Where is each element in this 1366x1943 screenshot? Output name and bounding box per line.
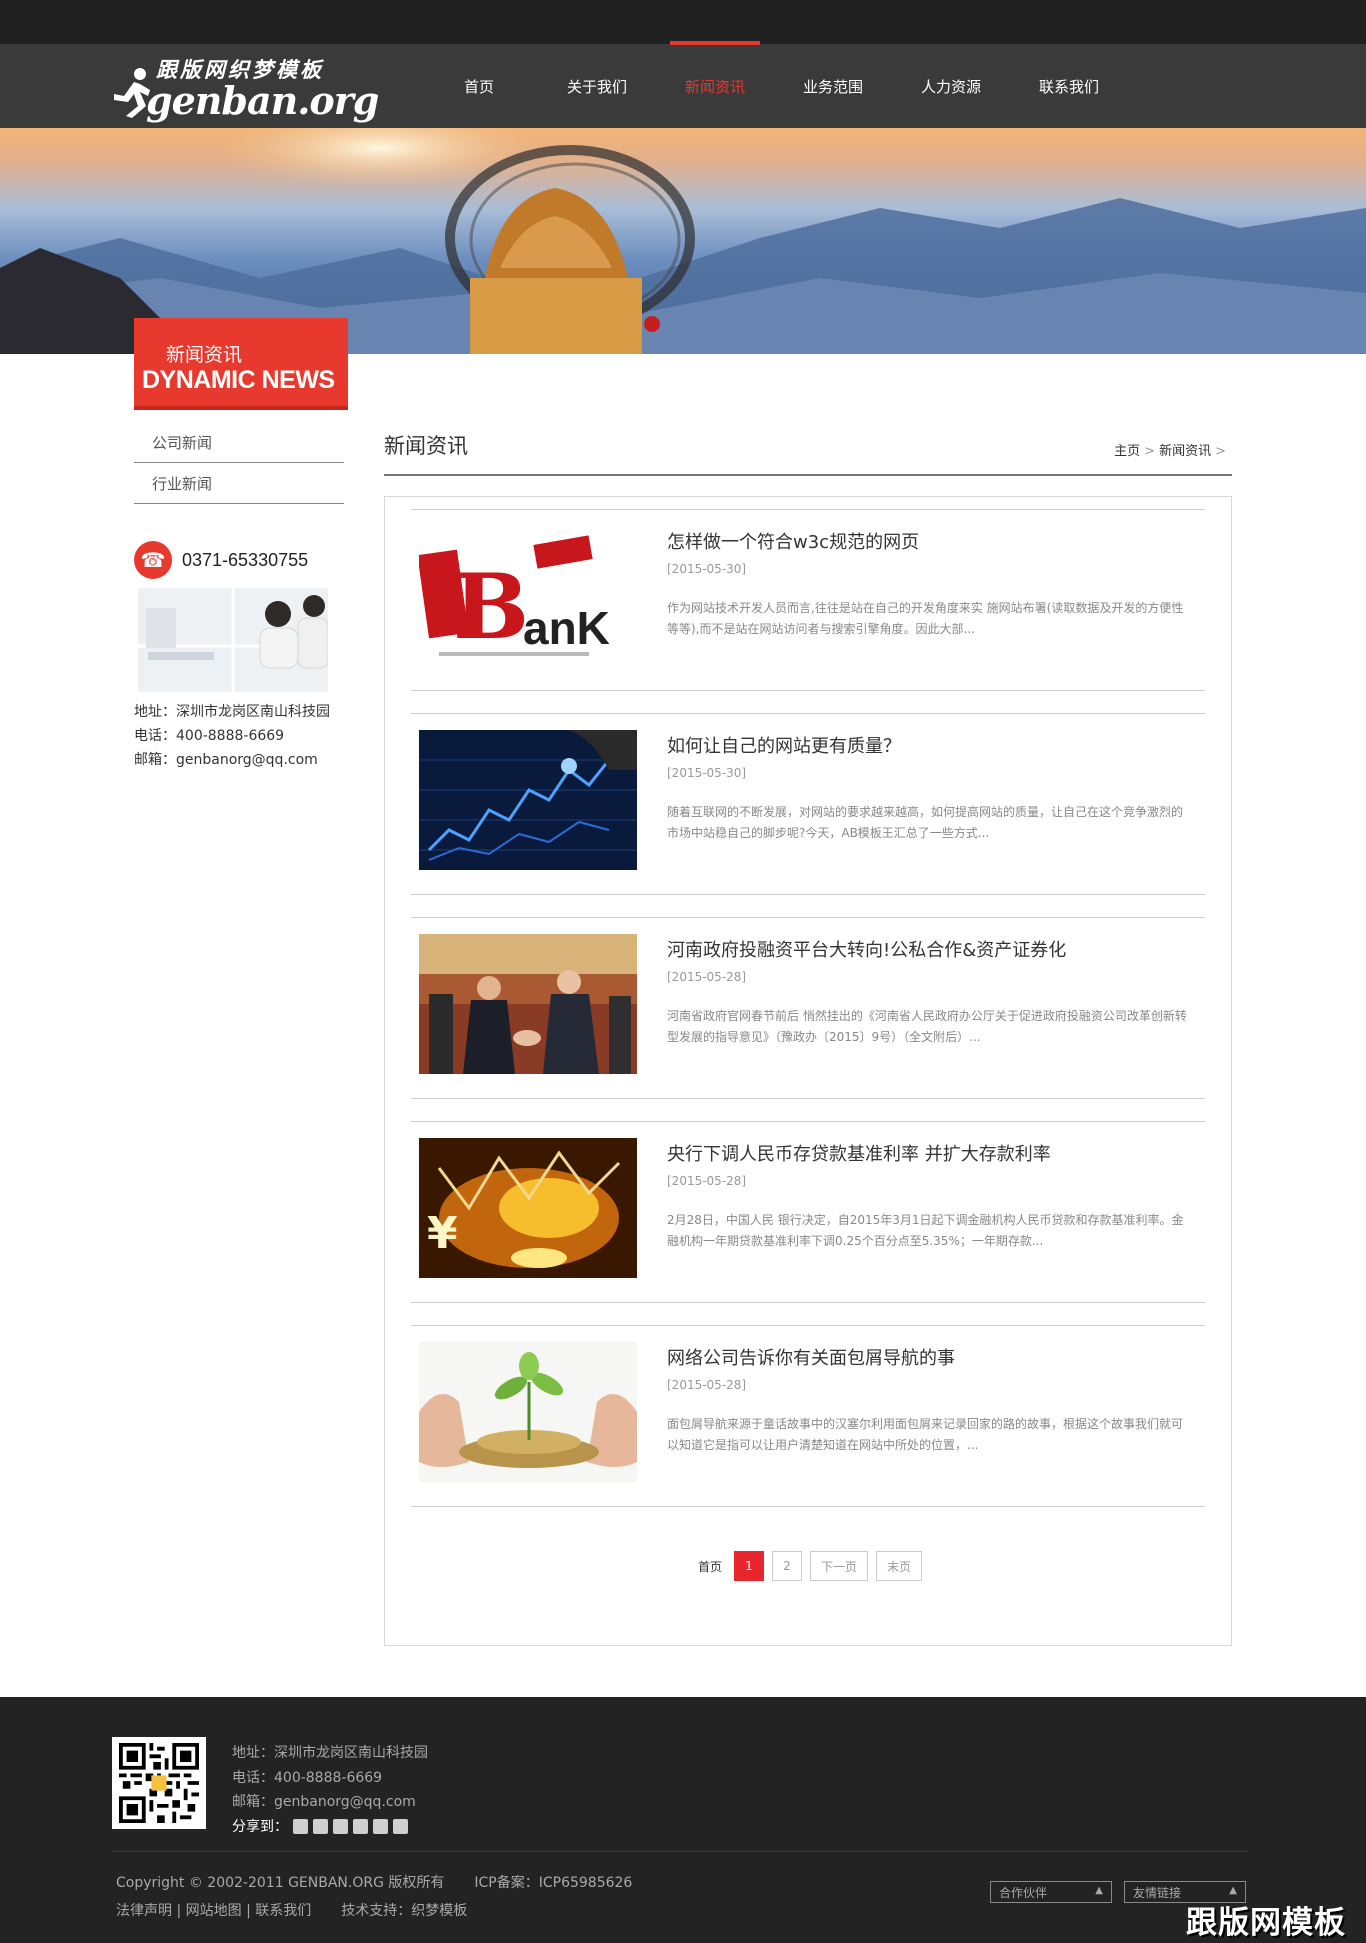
nav-news[interactable]: 新闻资讯 [656, 41, 774, 128]
site-footer: 地址：深圳市龙岗区南山科技园 电话：400-8888-6669 邮箱：genba… [0, 1697, 1366, 1943]
nav-business[interactable]: 业务范围 [774, 44, 892, 128]
pager-current-page[interactable]: 1 [734, 1551, 764, 1581]
share-plus-icon[interactable] [293, 1819, 308, 1835]
sidebar-title-cn: 新闻资讯 [166, 344, 243, 366]
phone-number: 0371-65330755 [182, 549, 309, 570]
icp-text: ICP备案：ICP65985626 [474, 1875, 633, 1891]
contact-email: 邮箱：genbanorg@qq.com [134, 752, 318, 768]
svg-text:B: B [453, 554, 529, 660]
news-title[interactable]: 央行下调人民币存贷款基准利率 并扩大存款利率 [667, 1140, 1051, 1166]
news-desc: 2月28日，中国人民 银行决定，自2015年3月1日起下调金融机构人民币贷款和存… [667, 1213, 1184, 1248]
news-title[interactable]: 河南政府投融资平台大转向!公私合作&资产证券化 [667, 936, 1066, 962]
breadcrumb: 主页 > 新闻资讯 > [1114, 440, 1230, 459]
breadcrumb-home[interactable]: 主页 [1114, 444, 1140, 459]
sidebar-item-company-news[interactable]: 公司新闻 [134, 422, 344, 463]
qr-code [112, 1737, 206, 1829]
partner-select-value: 合作伙伴 [999, 1885, 1048, 1900]
share-bar: 分享到： [232, 1815, 428, 1840]
footer-tel: 电话：400-8888-6669 [232, 1769, 383, 1786]
partner-select[interactable]: 合作伙伴 ▲ [990, 1881, 1112, 1903]
qr-code-icon [119, 1743, 199, 1823]
nav-contact[interactable]: 联系我们 [1010, 44, 1128, 128]
customer-service-image [138, 588, 329, 692]
list-item: 如何让自己的网站更有质量？ [2015-05-30] 随着互联网的不断发展，对网… [411, 713, 1205, 895]
news-desc: 河南省政府官网春节前后 悄然挂出的《河南省人民政府办公厅关于促进政府投融资公司改… [667, 1009, 1187, 1044]
site-logo[interactable]: 跟版网织梦模板 genban.org [112, 54, 379, 123]
share-qzone-icon[interactable] [313, 1819, 328, 1835]
news-desc: 面包屑导航来源于童话故事中的汉塞尔利用面包屑来记录回家的路的故事，根据这个故事我… [667, 1417, 1184, 1452]
footer-divider [112, 1851, 1248, 1852]
logo-english-text: genban.org [146, 78, 379, 123]
sidebar-item-industry-news[interactable]: 行业新闻 [134, 463, 344, 504]
nav-hr[interactable]: 人力资源 [892, 44, 1010, 128]
news-date: [2015-05-30] [667, 562, 747, 576]
chevron-up-icon: ▲ [1229, 1885, 1237, 1896]
news-date: [2015-05-28] [667, 1378, 747, 1392]
breadcrumb-separator: > [1215, 444, 1226, 459]
list-item: 网络公司告诉你有关面包屑导航的事 [2015-05-28] 面包屑导航来源于童话… [411, 1325, 1205, 1507]
share-renren-icon[interactable] [373, 1819, 388, 1835]
currency-image[interactable]: ¥ [419, 1138, 637, 1278]
tech-support-text: 技术支持：织梦模板 [341, 1903, 468, 1919]
watermark-text: 跟版网模板 [1186, 1905, 1346, 1941]
footer-email: 邮箱：genbanorg@qq.com [232, 1794, 416, 1810]
top-strip [0, 0, 1366, 44]
svg-text:anK: anK [523, 602, 610, 654]
site-header: 跟版网织梦模板 genban.org 首页 关于我们 新闻资讯 业务范围 人力资… [0, 41, 1366, 128]
sidebar-menu: 公司新闻 行业新闻 [134, 422, 344, 504]
footer-contact-info: 地址：深圳市龙岗区南山科技园 电话：400-8888-6669 邮箱：genba… [232, 1741, 428, 1839]
nav-home[interactable]: 首页 [420, 44, 538, 128]
breadcrumb-current[interactable]: 新闻资讯 [1159, 444, 1211, 459]
title-divider [384, 474, 1232, 476]
share-star-icon[interactable] [333, 1819, 348, 1835]
pagination: 首页 1 2 下一页 末页 [385, 1551, 1231, 1581]
coins-plant-image[interactable] [419, 1342, 637, 1482]
footer-copyright-block: Copyright © 2002-2011 GENBAN.ORG 版权所有 ICP… [116, 1869, 632, 1925]
news-title[interactable]: 怎样做一个符合w3c规范的网页 [667, 528, 919, 554]
news-title[interactable]: 网络公司告诉你有关面包屑导航的事 [667, 1344, 955, 1370]
friend-link-select-value: 友情链接 [1133, 1885, 1182, 1900]
main-nav: 首页 关于我们 新闻资讯 业务范围 人力资源 联系我们 [420, 41, 1128, 128]
contact-tel: 电话：400-8888-6669 [134, 728, 285, 744]
chevron-up-icon: ▲ [1095, 1885, 1103, 1896]
stock-chart-image[interactable] [419, 730, 637, 870]
share-label: 分享到： [232, 1818, 288, 1835]
news-desc: 作为网站技术开发人员而言,往往是站在自己的开发角度来实 施网站布署(读取数据及开… [667, 601, 1184, 636]
sidebar-contact: ☎ 0371-65330755 地址：深圳市龙岗区南山科技园 电话：400-88… [134, 540, 344, 772]
handshake-image[interactable] [419, 934, 637, 1074]
pager-first[interactable]: 首页 [694, 1551, 726, 1581]
sidebar-title-en: DYNAMIC NEWS [142, 366, 335, 394]
share-weibo-icon[interactable] [353, 1819, 368, 1835]
phone-block: ☎ 0371-65330755 [134, 540, 344, 580]
list-item: ¥ 央行下调人民币存贷款基准利率 并扩大存款利率 [2015-05-28] 2月… [411, 1121, 1205, 1303]
contact-info: 地址：深圳市龙岗区南山科技园 电话：400-8888-6669 邮箱：genba… [134, 700, 344, 772]
bank-image[interactable]: B anK [419, 526, 637, 666]
share-tencent-icon[interactable] [393, 1819, 408, 1835]
news-title[interactable]: 如何让自己的网站更有质量？ [667, 732, 901, 758]
pager-page-2[interactable]: 2 [772, 1551, 802, 1581]
pager-last[interactable]: 末页 [876, 1551, 922, 1581]
news-date: [2015-05-30] [667, 766, 747, 780]
footer-address: 地址：深圳市龙岗区南山科技园 [232, 1745, 428, 1761]
news-list: B anK 怎样做一个符合w3c规范的网页 [2015-05-30] 作为网站技… [384, 496, 1232, 1646]
list-item: 河南政府投融资平台大转向!公私合作&资产证券化 [2015-05-28] 河南省… [411, 917, 1205, 1099]
sidebar-title-block: 新闻资讯 DYNAMIC NEWS [134, 318, 348, 410]
news-date: [2015-05-28] [667, 1174, 747, 1188]
breadcrumb-separator: > [1144, 444, 1156, 459]
contact-address: 地址：深圳市龙岗区南山科技园 [134, 704, 330, 720]
page-title: 新闻资讯 [384, 434, 468, 458]
news-desc: 随着互联网的不断发展，对网站的要求越来越高，如何提高网站的质量，让自己在这个竞争… [667, 805, 1184, 840]
svg-text:¥: ¥ [427, 1208, 458, 1259]
news-date: [2015-05-28] [667, 970, 747, 984]
list-item: B anK 怎样做一个符合w3c规范的网页 [2015-05-30] 作为网站技… [411, 509, 1205, 691]
phone-icon: ☎ [134, 541, 172, 579]
copyright-text: Copyright © 2002-2011 GENBAN.ORG 版权所有 [116, 1875, 445, 1891]
footer-links[interactable]: 法律声明 | 网站地图 | 联系我们 [116, 1903, 311, 1919]
nav-about[interactable]: 关于我们 [538, 44, 656, 128]
pager-next[interactable]: 下一页 [810, 1551, 868, 1581]
